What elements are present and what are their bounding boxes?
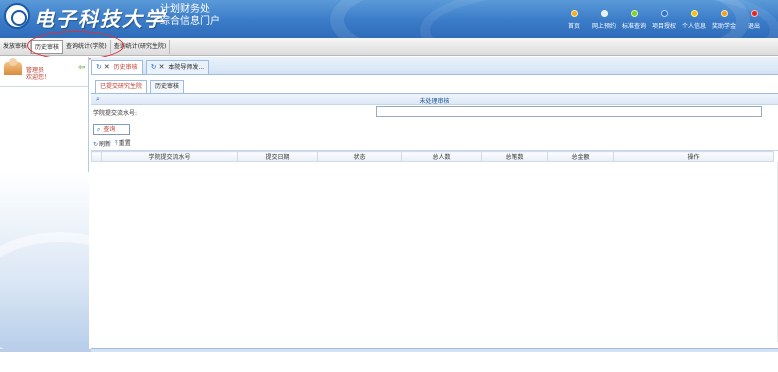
nav-logout[interactable]: 退出 [742, 10, 766, 30]
university-name: 电子科技大学 [34, 7, 166, 31]
nav-personal-info[interactable]: 个人信息 [682, 10, 706, 30]
refresh-label: 刷新 [99, 140, 112, 148]
row-selector-header [91, 151, 102, 162]
home-icon [570, 10, 578, 17]
logout-icon [750, 10, 758, 17]
query-label: 查询 [103, 126, 116, 133]
university-logo-icon [4, 3, 30, 29]
tab-history-review[interactable]: ↻ ✕ 历史审核 [91, 60, 143, 74]
refresh-button[interactable]: ↻刷新 [93, 139, 111, 148]
query-icon [630, 10, 638, 17]
main-content: ↻ ✕ 历史审核 ↻ ✕ 本院导师发... 已提交研究生院 历史审核 ⌕ 未处理审核… [91, 57, 778, 349]
auth-icon [660, 10, 668, 17]
close-icon[interactable]: ✕ [104, 63, 110, 71]
nav-project-auth[interactable]: 项目授权 [652, 10, 676, 30]
search-row: 学院提交流水号: [91, 105, 778, 118]
nav-label: 退出 [747, 23, 760, 30]
reset-label: 重置 [118, 140, 131, 147]
column-header[interactable]: 总金额 [547, 151, 614, 162]
top-banner: 电子科技大学 计划财务处 综合信息门户 首页 网上预约 标准查询 项目授权 个人… [0, 0, 778, 38]
page-tabs: ↻ ✕ 历史审核 ↻ ✕ 本院导师发... [91, 57, 778, 75]
grid-toolbar: ↻刷新 ⤒重置 [91, 138, 778, 148]
serial-number-label: 学院提交流水号: [93, 110, 138, 117]
tab-advisor-issue[interactable]: ↻ ✕ 本院导师发... [145, 60, 210, 74]
panel-header: ⌕ 未处理审核 [91, 94, 778, 105]
dept-name: 计划财务处 [160, 4, 210, 15]
nav-label: 首页 [567, 23, 580, 30]
tab-label: 本院导师发... [168, 64, 205, 71]
refresh-icon[interactable]: ↻ [151, 63, 157, 71]
column-header[interactable]: 总笔数 [481, 151, 548, 162]
nav-scholarship[interactable]: 奖助学金 [712, 10, 736, 30]
avatar [4, 58, 22, 75]
collapse-arrow-icon[interactable]: ⇦ [78, 64, 86, 73]
search-icon: ⌕ [97, 126, 101, 133]
column-header[interactable]: 总人数 [401, 151, 482, 162]
nav-label: 网上预约 [592, 23, 617, 30]
subtab-history[interactable]: 历史审核 [150, 80, 185, 93]
grid-body-empty [91, 162, 778, 342]
refresh-icon[interactable]: ↻ [96, 63, 102, 71]
portal-title: 计划财务处 综合信息门户 [160, 4, 220, 28]
results-grid: 学院提交流水号 提交日期 状态 总人数 总笔数 总金额 操作 [91, 150, 778, 349]
nav-label: 项目授权 [652, 23, 677, 30]
user-panel: 管理员 欢迎您！ ⇦ [0, 57, 88, 87]
top-navigation: 首页 网上预约 标准查询 项目授权 个人信息 奖助学金 退出 [562, 10, 772, 30]
nav-standard-query[interactable]: 标准查询 [622, 10, 646, 30]
results-table: 学院提交流水号 提交日期 状态 总人数 总笔数 总金额 操作 [91, 151, 774, 162]
portal-name: 综合信息门户 [160, 16, 220, 27]
booking-icon [600, 10, 608, 17]
close-icon[interactable]: ✕ [159, 63, 165, 71]
column-header[interactable]: 操作 [613, 151, 774, 162]
highlight-annotation [27, 31, 124, 60]
query-button[interactable]: ⌕ 查询 [93, 124, 130, 135]
tab-label: 历史审核 [113, 64, 138, 71]
sidebar: 管理员 欢迎您！ ⇦ [0, 57, 160, 372]
subtab-submitted[interactable]: 已提交研究生院 [95, 80, 148, 93]
panel-title: 未处理审核 [419, 98, 450, 105]
refresh-icon: ↻ [93, 140, 99, 148]
nav-online-booking[interactable]: 网上预约 [592, 10, 616, 30]
user-name: 管理员 [26, 67, 45, 74]
column-header[interactable]: 学院提交流水号 [101, 151, 238, 162]
table-header-row: 学院提交流水号 提交日期 状态 总人数 总笔数 总金额 操作 [91, 151, 774, 162]
sidebar-background [0, 172, 160, 372]
reset-icon: ⤒ [115, 140, 118, 147]
nav-label: 个人信息 [682, 23, 707, 30]
status-bar [91, 348, 778, 352]
nav-label: 奖助学金 [712, 23, 737, 30]
sub-tabs: 已提交研究生院 历史审核 [91, 75, 778, 94]
user-greeting: 管理员 欢迎您！ [26, 67, 50, 81]
nav-label: 标准查询 [622, 23, 647, 30]
reset-button[interactable]: ⤒重置 [115, 138, 131, 148]
user-info-icon [690, 10, 698, 17]
welcome-text: 欢迎您！ [26, 74, 51, 81]
column-header[interactable]: 提交日期 [237, 151, 318, 162]
scholarship-icon [720, 10, 728, 17]
serial-number-input[interactable] [376, 106, 762, 117]
nav-home[interactable]: 首页 [562, 10, 586, 30]
column-header[interactable]: 状态 [317, 151, 402, 162]
